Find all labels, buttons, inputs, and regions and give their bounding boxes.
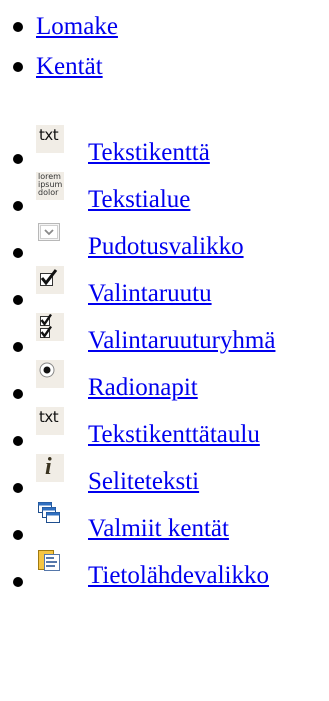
field-item-tekstikenttataulu: txt Tekstikenttätaulu: [0, 407, 329, 450]
checkbox-group-icon: [36, 313, 64, 341]
bullet: [13, 154, 23, 164]
link-lomake[interactable]: Lomake: [36, 12, 118, 42]
data-source-icon: [36, 548, 64, 576]
info-text-icon: i: [36, 454, 64, 482]
bullet: [13, 248, 23, 258]
checkbox-icon: [36, 266, 64, 294]
field-item-tekstikentta: txt Tekstikenttä: [0, 125, 329, 168]
field-item-seliteteksti: i Seliteteksti: [0, 454, 329, 497]
radio-button-icon: [36, 360, 64, 388]
field-item-tietolahdevalikko: Tietolähdevalikko: [0, 548, 329, 591]
link-radionapit[interactable]: Radionapit: [88, 373, 198, 403]
link-valmiit-kentat[interactable]: Valmiit kentät: [88, 514, 229, 544]
text-area-icon-glyph: lorem ipsum dolor: [38, 172, 63, 197]
nav-item-kentat: Kentät: [0, 48, 160, 88]
bullet: [13, 577, 23, 587]
link-seliteteksti[interactable]: Seliteteksti: [88, 467, 199, 497]
bullet: [13, 201, 23, 211]
field-item-pudotusvalikko: Pudotusvalikko: [0, 219, 329, 262]
info-text-icon-glyph: i: [45, 454, 52, 480]
bullet: [13, 295, 23, 305]
field-item-valmiit-kentat: Valmiit kentät: [0, 501, 329, 544]
bullet: [13, 436, 23, 446]
link-tietolahdevalikko[interactable]: Tietolähdevalikko: [88, 561, 269, 591]
link-tekstikenttataulu[interactable]: Tekstikenttätaulu: [88, 420, 260, 450]
field-item-valintaruuturyhma: Valintaruuturyhmä: [0, 313, 329, 356]
nav-item-lomake: Lomake: [0, 8, 160, 48]
text-area-icon: lorem ipsum dolor: [36, 172, 64, 200]
bullet: [13, 389, 23, 399]
link-kentat[interactable]: Kentät: [36, 52, 103, 82]
bullet: [13, 483, 23, 493]
dropdown-icon: [36, 219, 64, 247]
bullet: [13, 62, 23, 72]
text-field-table-icon: txt: [36, 407, 64, 435]
link-valintaruuturyhma[interactable]: Valintaruuturyhmä: [88, 326, 275, 356]
link-tekstikentta[interactable]: Tekstikenttä: [88, 138, 210, 168]
link-pudotusvalikko[interactable]: Pudotusvalikko: [88, 232, 244, 262]
bullet: [13, 530, 23, 540]
field-item-tekstialue: lorem ipsum dolor Tekstialue: [0, 172, 329, 215]
bullet: [13, 342, 23, 352]
bullet: [13, 22, 23, 32]
field-item-radionapit: Radionapit: [0, 360, 329, 403]
field-item-valintaruutu: Valintaruutu: [0, 266, 329, 309]
link-valintaruutu[interactable]: Valintaruutu: [88, 279, 212, 309]
text-field-icon: txt: [36, 125, 64, 153]
text-field-table-icon-glyph: txt: [39, 408, 59, 426]
text-field-icon-glyph: txt: [39, 126, 59, 144]
ready-fields-icon: [36, 501, 64, 529]
link-tekstialue[interactable]: Tekstialue: [88, 185, 190, 215]
